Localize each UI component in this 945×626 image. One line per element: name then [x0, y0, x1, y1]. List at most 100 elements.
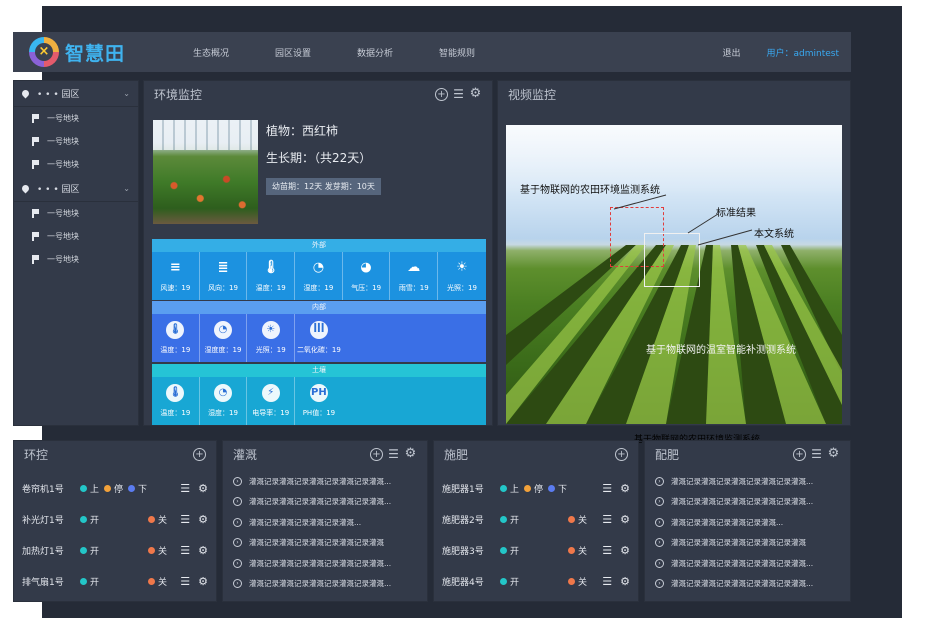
sidebar-zone[interactable]: • • • 园区 ⌄: [14, 81, 138, 107]
nav-ecology[interactable]: 生态概况: [193, 46, 275, 59]
sensor-cell[interactable]: ☀ 光照：19: [247, 314, 296, 362]
add-icon[interactable]: +: [370, 447, 383, 461]
list-icon[interactable]: ☰: [180, 513, 190, 526]
sensor-cell[interactable]: ≣ 风向：19: [200, 252, 248, 300]
sensor-cell[interactable]: ꟾꟾꟾ 二氧化碳：19: [295, 314, 343, 362]
list-icon[interactable]: ☰: [602, 513, 612, 526]
sidebar-zone[interactable]: • • • 园区 ⌄: [14, 176, 138, 202]
add-icon[interactable]: +: [793, 447, 806, 461]
option-label: 关: [158, 578, 168, 588]
chevron-down-icon[interactable]: ⌄: [123, 184, 130, 193]
sensor-cell[interactable]: 🌡 温度：19: [247, 252, 296, 300]
sensor-cell[interactable]: 🌡 温度：19: [152, 314, 200, 362]
chevron-down-icon[interactable]: ⌄: [123, 89, 130, 98]
app-logo[interactable]: × 智慧田: [29, 37, 149, 67]
record-text: 灌溉记录灌溉记录灌溉记录灌溉记录灌溉: [671, 538, 806, 548]
sensor-cell[interactable]: ☀ 光照：19: [438, 252, 486, 300]
sensor-cell[interactable]: PH PH值：19: [295, 377, 343, 425]
list-icon[interactable]: ☰: [180, 482, 190, 495]
list-icon[interactable]: ☰: [810, 448, 823, 461]
record-item[interactable]: › 灌溉记录灌溉记录灌溉记录灌溉...: [223, 512, 427, 533]
record-item[interactable]: › 灌溉记录灌溉记录灌溉记录灌溉记录灌溉...: [645, 553, 850, 574]
device-option[interactable]: 关: [148, 513, 167, 526]
sensor-cell[interactable]: ⚡ 电导率：19: [247, 377, 296, 425]
sidebar-block-item[interactable]: 一号地块: [14, 248, 138, 271]
list-icon[interactable]: ☰: [602, 482, 612, 495]
device-row: 加热灯1号开关 ☰ ⚙: [14, 535, 216, 566]
gear-icon[interactable]: ⚙: [620, 513, 630, 526]
device-option[interactable]: 关: [568, 513, 587, 526]
gear-icon[interactable]: ⚙: [198, 513, 208, 526]
device-option[interactable]: 开: [80, 544, 99, 557]
gear-icon[interactable]: ⚙: [620, 544, 630, 557]
gear-icon[interactable]: ⚙: [469, 87, 482, 101]
device-option[interactable]: 下: [128, 482, 147, 495]
device-option[interactable]: 开: [500, 544, 519, 557]
record-item[interactable]: › 灌溉记录灌溉记录灌溉记录灌溉记录灌溉...: [645, 471, 850, 492]
device-option[interactable]: 关: [568, 575, 587, 588]
device-option[interactable]: 开: [500, 575, 519, 588]
gear-icon[interactable]: ⚙: [198, 482, 208, 495]
gear-icon[interactable]: ⚙: [198, 575, 208, 588]
logout-link[interactable]: 退出: [723, 46, 741, 59]
gear-icon[interactable]: ⚙: [620, 575, 630, 588]
add-icon[interactable]: +: [193, 447, 206, 461]
record-item[interactable]: › 灌溉记录灌溉记录灌溉记录灌溉记录灌溉: [223, 533, 427, 554]
sidebar-block-item[interactable]: 一号地块: [14, 130, 138, 153]
record-text: 灌溉记录灌溉记录灌溉记录灌溉记录灌溉...: [249, 558, 392, 568]
record-item[interactable]: › 灌溉记录灌溉记录灌溉记录灌溉记录灌溉...: [223, 471, 427, 492]
nav-data-analysis[interactable]: 数据分析: [357, 46, 439, 59]
sensor-cell[interactable]: ◔ 湿度：19: [295, 252, 343, 300]
nav-park-settings[interactable]: 园区设置: [275, 46, 357, 59]
option-label: 停: [114, 485, 124, 495]
gear-icon[interactable]: ⚙: [827, 447, 840, 461]
list-icon[interactable]: ☰: [180, 544, 190, 557]
current-user[interactable]: 用户：admintest: [767, 46, 839, 59]
sensor-cell[interactable]: ◕ 气压：19: [343, 252, 391, 300]
list-icon[interactable]: ☰: [602, 575, 612, 588]
device-option[interactable]: 停: [524, 482, 543, 495]
device-option[interactable]: 关: [148, 544, 167, 557]
record-text: 灌溉记录灌溉记录灌溉记录灌溉记录灌溉...: [249, 497, 392, 507]
overlay-watermark-label: 基于物联网的温室智能补测测系统: [646, 345, 796, 356]
list-icon[interactable]: ☰: [452, 88, 465, 101]
device-option[interactable]: 开: [500, 513, 519, 526]
device-option[interactable]: 上: [80, 482, 99, 495]
record-item[interactable]: › 灌溉记录灌溉记录灌溉记录灌溉记录灌溉...: [223, 553, 427, 574]
sidebar-block-item[interactable]: 一号地块: [14, 107, 138, 130]
sensor-cell[interactable]: ◔ 湿度度：19: [200, 314, 248, 362]
record-item[interactable]: › 灌溉记录灌溉记录灌溉记录灌溉记录灌溉...: [645, 574, 850, 595]
device-option[interactable]: 关: [148, 575, 167, 588]
gear-icon[interactable]: ⚙: [620, 482, 630, 495]
list-icon[interactable]: ☰: [180, 575, 190, 588]
device-option[interactable]: 开: [80, 513, 99, 526]
thermometer-icon: 🌡: [166, 384, 185, 402]
sidebar-block-item[interactable]: 一号地块: [14, 225, 138, 248]
sensor-row: ≡ 风速：19 ≣ 风向：19 🌡 温度：19 ◔ 湿度：19 ◕ 气压：19 ☁ 雨雪：19 ☀ 光照：…: [152, 252, 486, 300]
add-icon[interactable]: +: [615, 447, 628, 461]
add-icon[interactable]: +: [435, 87, 448, 101]
record-item[interactable]: › 灌溉记录灌溉记录灌溉记录灌溉...: [645, 512, 850, 533]
record-item[interactable]: › 灌溉记录灌溉记录灌溉记录灌溉记录灌溉...: [645, 492, 850, 513]
list-icon[interactable]: ☰: [387, 448, 400, 461]
device-option[interactable]: 开: [80, 575, 99, 588]
gear-icon[interactable]: ⚙: [404, 447, 417, 461]
device-option[interactable]: 停: [104, 482, 123, 495]
device-option[interactable]: 关: [568, 544, 587, 557]
record-item[interactable]: › 灌溉记录灌溉记录灌溉记录灌溉记录灌溉...: [223, 492, 427, 513]
record-item[interactable]: › 灌溉记录灌溉记录灌溉记录灌溉记录灌溉...: [223, 574, 427, 595]
nav-smart-rules[interactable]: 智能规则: [439, 46, 521, 59]
sensor-cell[interactable]: ≡ 风速：19: [152, 252, 200, 300]
option-label: 停: [534, 485, 544, 495]
device-option[interactable]: 下: [548, 482, 567, 495]
sensor-cell[interactable]: 🌡 温度：19: [152, 377, 200, 425]
gear-icon[interactable]: ⚙: [198, 544, 208, 557]
list-icon[interactable]: ☰: [602, 544, 612, 557]
record-item[interactable]: › 灌溉记录灌溉记录灌溉记录灌溉记录灌溉: [645, 533, 850, 554]
sidebar-block-item[interactable]: 一号地块: [14, 153, 138, 176]
video-feed[interactable]: 基于物联网的农田环境监测系统 标准结果 本文系统 基于物联网的温室智能补测测系统: [506, 125, 842, 424]
sensor-cell[interactable]: ◔ 湿度：19: [200, 377, 248, 425]
device-option[interactable]: 上: [500, 482, 519, 495]
sidebar-block-item[interactable]: 一号地块: [14, 202, 138, 225]
sensor-cell[interactable]: ☁ 雨雪：19: [390, 252, 439, 300]
